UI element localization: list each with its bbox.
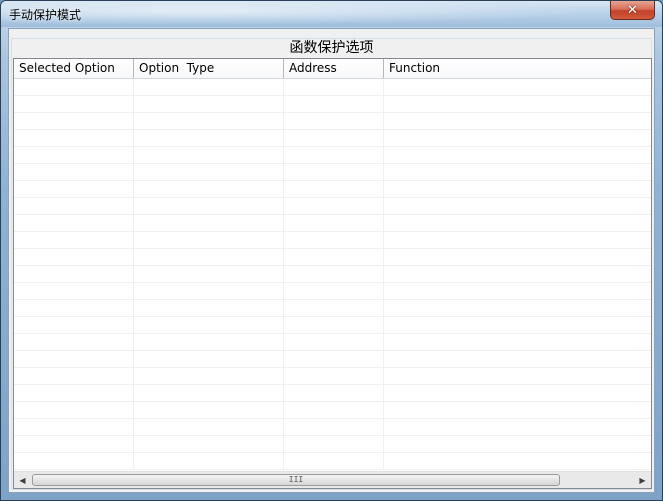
horizontal-scrollbar[interactable]: ◀ III ▶ <box>14 471 651 488</box>
close-button[interactable]: ✕ <box>610 1 655 20</box>
list-body[interactable] <box>14 79 651 470</box>
window: 手动保护模式 ✕ 函数保护选项 Selected Option Option T… <box>0 0 663 501</box>
column-function[interactable]: Function <box>384 59 651 78</box>
scroll-right-button[interactable]: ▶ <box>634 472 651 488</box>
scroll-left-button[interactable]: ◀ <box>14 472 31 488</box>
column-option-type[interactable]: Option Type <box>134 59 284 78</box>
column-selected-option[interactable]: Selected Option <box>14 59 134 78</box>
title-bar[interactable]: 手动保护模式 ✕ <box>1 1 662 27</box>
client-area: 函数保护选项 Selected Option Option Type Addre… <box>8 28 655 493</box>
scrollbar-thumb[interactable]: III <box>32 474 560 486</box>
options-list[interactable]: Selected Option Option Type Address Func… <box>13 58 652 489</box>
column-address[interactable]: Address <box>284 59 384 78</box>
arrow-left-icon: ◀ <box>19 475 26 485</box>
list-header: Selected Option Option Type Address Func… <box>14 59 651 79</box>
arrow-right-icon: ▶ <box>639 475 646 485</box>
close-icon: ✕ <box>627 2 638 18</box>
group-title-text: 函数保护选项 <box>286 40 377 56</box>
grip-icon: III <box>288 475 304 484</box>
group-title: 函数保护选项 <box>12 39 651 57</box>
column-gridline <box>133 79 134 470</box>
column-gridline <box>283 79 284 470</box>
column-gridline <box>383 79 384 470</box>
window-title: 手动保护模式 <box>9 8 82 22</box>
